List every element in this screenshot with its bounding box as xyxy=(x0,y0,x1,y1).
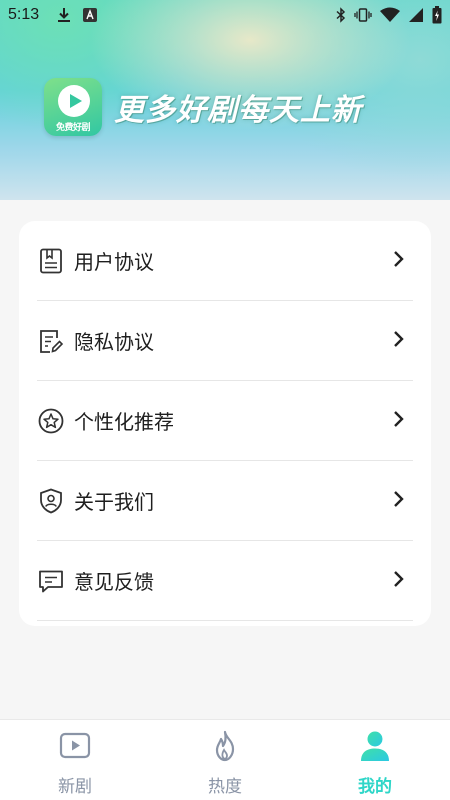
chevron-right-icon xyxy=(393,490,405,512)
brand-banner: 免费好剧 更多好剧每天上新 xyxy=(44,78,362,136)
app-logo: 免费好剧 xyxy=(44,78,102,136)
play-logo-icon xyxy=(58,85,90,117)
vibrate-icon xyxy=(354,7,372,23)
document-icon xyxy=(38,248,64,274)
chat-bubble-icon xyxy=(38,568,64,594)
menu-item-label: 关于我们 xyxy=(74,490,154,514)
tab-label: 新剧 xyxy=(58,777,92,797)
person-icon xyxy=(359,730,391,762)
chevron-right-icon xyxy=(393,330,405,352)
menu-item-privacy-policy[interactable]: 隐私协议 xyxy=(37,301,413,381)
flame-icon xyxy=(209,730,241,762)
settings-menu: 用户协议 隐私协议 个性化推荐 关于我们 意见反馈 xyxy=(19,221,431,626)
menu-item-label: 隐私协议 xyxy=(74,330,154,354)
logo-text: 免费好剧 xyxy=(55,123,91,133)
menu-item-user-agreement[interactable]: 用户协议 xyxy=(37,221,413,301)
bottom-tab-bar: 新剧 热度 我的 xyxy=(0,719,450,800)
star-icon xyxy=(38,408,64,434)
menu-item-feedback[interactable]: 意见反馈 xyxy=(37,541,413,621)
a-notification-icon xyxy=(83,8,98,22)
download-icon xyxy=(57,7,71,23)
tab-label: 我的 xyxy=(358,777,392,797)
status-time: 5:13 xyxy=(8,6,40,23)
battery-icon xyxy=(432,6,442,24)
menu-item-personalized-recommendation[interactable]: 个性化推荐 xyxy=(37,381,413,461)
header-banner: 5:13 免费好剧 更多好剧每天上新 xyxy=(0,0,450,200)
tab-trending[interactable]: 热度 xyxy=(150,720,300,800)
tab-mine[interactable]: 我的 xyxy=(300,720,450,800)
tab-label: 热度 xyxy=(208,777,242,797)
slogan: 更多好剧每天上新 xyxy=(114,93,362,128)
menu-item-label: 个性化推荐 xyxy=(74,410,174,434)
menu-item-about-us[interactable]: 关于我们 xyxy=(37,461,413,541)
shield-user-icon xyxy=(38,488,64,514)
chevron-right-icon xyxy=(393,250,405,272)
chevron-right-icon xyxy=(393,570,405,592)
play-icon xyxy=(59,730,91,762)
wifi-icon xyxy=(380,7,400,23)
status-bar: 5:13 xyxy=(0,0,450,30)
tab-new-dramas[interactable]: 新剧 xyxy=(0,720,150,800)
edit-document-icon xyxy=(38,328,64,354)
chevron-right-icon xyxy=(393,410,405,432)
signal-icon xyxy=(408,7,424,23)
menu-item-label: 用户协议 xyxy=(74,250,154,274)
bluetooth-icon xyxy=(336,7,346,23)
menu-item-label: 意见反馈 xyxy=(74,570,154,594)
